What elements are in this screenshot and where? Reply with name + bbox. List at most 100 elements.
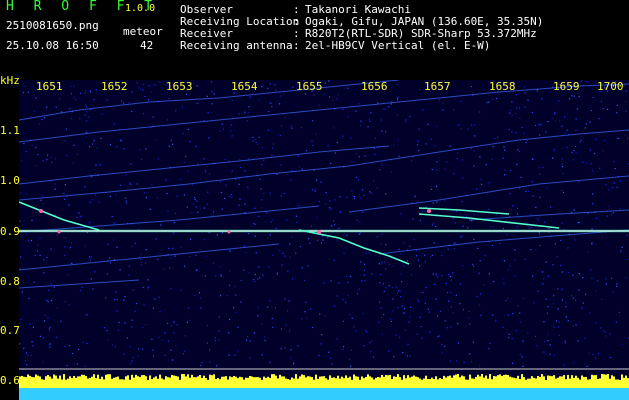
noise-dot	[323, 282, 325, 284]
noise-dot	[589, 121, 591, 123]
level-bar-low	[353, 388, 355, 400]
noise-dot	[441, 352, 443, 354]
noise-dot	[515, 330, 517, 332]
noise-dot	[457, 323, 459, 325]
noise-dot	[595, 322, 597, 324]
level-bar	[191, 374, 193, 388]
noise-dot	[549, 353, 551, 355]
level-bar-low	[443, 388, 445, 400]
noise-dot	[607, 108, 609, 110]
noise-dot	[148, 99, 150, 101]
level-bar-low	[489, 388, 491, 400]
level-bar-low	[331, 388, 333, 400]
noise-dot	[216, 234, 218, 236]
noise-dot	[292, 86, 294, 88]
noise-dot	[305, 301, 307, 303]
noise-dot	[117, 329, 119, 331]
noise-dot	[280, 125, 283, 127]
noise-dot	[159, 81, 161, 83]
level-bar-low	[619, 388, 621, 400]
level-bar	[57, 378, 59, 388]
noise-dot	[235, 311, 237, 314]
noise-dot	[390, 103, 392, 105]
noise-dot	[231, 170, 233, 172]
level-bar	[267, 376, 269, 388]
noise-dot	[404, 329, 406, 331]
level-bar-low	[27, 388, 29, 400]
noise-dot	[26, 193, 28, 195]
noise-dot	[520, 176, 522, 178]
noise-dot	[315, 217, 318, 219]
noise-dot	[503, 146, 505, 148]
noise-dot	[261, 199, 263, 201]
level-bar-low	[345, 388, 347, 400]
noise-dot	[436, 185, 438, 187]
level-bar	[521, 374, 523, 388]
noise-dot	[403, 265, 405, 267]
noise-dot	[506, 233, 508, 236]
noise-dot	[270, 221, 272, 223]
level-bar	[497, 375, 499, 388]
level-bar-low	[19, 388, 21, 400]
level-bar-low	[571, 388, 573, 400]
noise-dot	[289, 329, 291, 331]
noise-dot	[226, 294, 228, 296]
level-bar	[133, 377, 135, 388]
noise-dot	[166, 119, 169, 121]
noise-dot	[590, 269, 592, 271]
level-bar	[407, 375, 409, 388]
noise-dot	[350, 365, 352, 367]
noise-dot	[85, 104, 87, 106]
noise-dot	[248, 233, 250, 235]
level-bar-low	[289, 388, 291, 400]
level-bar	[151, 379, 153, 388]
level-bar-low	[375, 388, 377, 400]
noise-dot	[473, 238, 475, 240]
level-bar	[319, 376, 321, 388]
noise-dot	[220, 191, 222, 194]
noise-dot	[419, 220, 421, 222]
noise-dot	[325, 203, 327, 205]
level-bar	[391, 379, 393, 388]
noise-dot	[91, 199, 93, 201]
noise-dot	[200, 365, 202, 367]
noise-dot	[437, 336, 439, 338]
noise-dot	[519, 354, 521, 356]
level-bar-low	[465, 388, 467, 400]
level-bar	[437, 379, 439, 388]
noise-dot	[248, 106, 250, 108]
level-bar	[247, 377, 249, 388]
level-bar	[149, 375, 151, 388]
noise-dot	[561, 163, 563, 165]
noise-dot	[125, 202, 128, 204]
noise-dot	[248, 112, 250, 114]
noise-dot	[269, 83, 271, 85]
noise-dot	[219, 181, 221, 183]
noise-dot	[23, 347, 25, 349]
level-bar-low	[567, 388, 569, 400]
noise-dot	[204, 275, 206, 277]
level-bar	[141, 375, 143, 388]
noise-dot	[472, 341, 475, 343]
noise-dot	[589, 149, 591, 151]
noise-dot	[130, 184, 132, 186]
noise-dot	[123, 353, 125, 355]
level-bar	[311, 377, 313, 388]
noise-dot	[120, 139, 122, 141]
level-bar	[519, 379, 521, 388]
noise-dot	[535, 335, 537, 337]
noise-dot	[472, 265, 475, 267]
noise-dot	[180, 246, 182, 248]
level-bar-low	[511, 388, 513, 400]
noise-dot	[239, 159, 241, 161]
noise-dot	[473, 165, 475, 167]
noise-dot	[512, 205, 514, 207]
noise-dot	[435, 274, 437, 276]
noise-dot	[503, 282, 505, 284]
noise-dot	[572, 274, 574, 276]
noise-dot	[270, 102, 272, 104]
level-bar-low	[47, 388, 49, 400]
level-bar	[101, 376, 103, 388]
noise-dot	[511, 131, 513, 133]
level-bar	[589, 379, 591, 388]
